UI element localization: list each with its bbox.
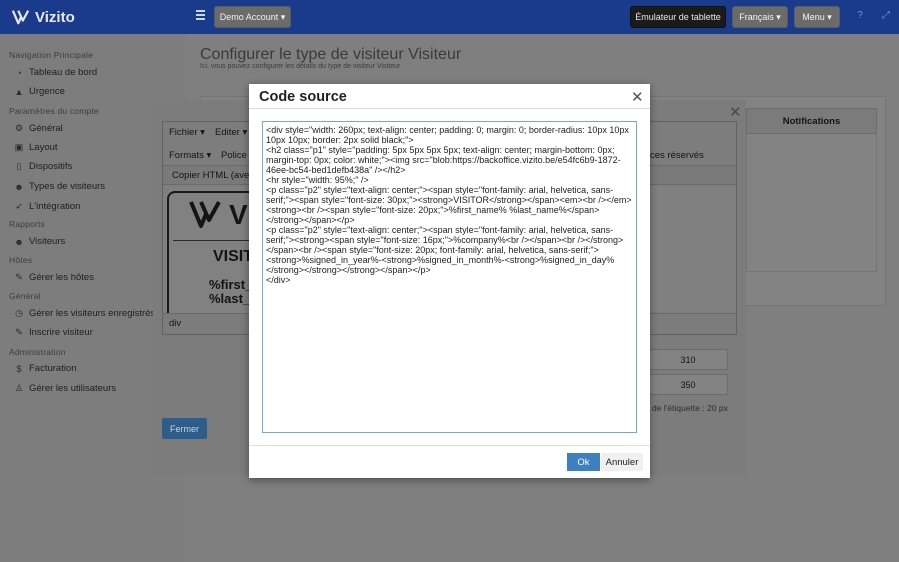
dialog-footer-divider — [249, 445, 650, 446]
menu-file[interactable]: Fichier ▾ — [169, 127, 205, 138]
sidebar-item-dashboard[interactable]: ◔ Tableau de bord — [14, 67, 97, 78]
label-width-input[interactable]: 310 — [648, 349, 728, 370]
sidebar-item-integration[interactable]: ➶ L'intégration — [14, 201, 80, 212]
ok-button[interactable]: Ok — [567, 453, 600, 471]
label-font-note: de l'étiquette : 20 px — [652, 403, 728, 413]
cancel-button[interactable]: Annuler — [601, 453, 643, 471]
menu-formats[interactable]: Formats ▾ — [169, 150, 211, 161]
source-code-textarea[interactable]: <div style="width: 260px; text-align: ce… — [262, 121, 637, 433]
sidebar-item-manage-hosts[interactable]: ✎ Gérer les hôtes — [14, 272, 94, 283]
sidebar-heading-hosts: Hôtes — [9, 255, 33, 265]
fullscreen-icon[interactable]: ⤢ — [880, 10, 892, 22]
editor-right-text: ces réservés — [650, 150, 704, 161]
sidebar-item-general[interactable]: ⚙ Général — [14, 123, 63, 134]
notifications-header: Notifications — [746, 108, 877, 134]
pen-icon: ✎ — [15, 272, 23, 282]
sidebar-item-devices[interactable]: ▯ Dispositifs — [14, 161, 73, 172]
user-plus-icon: ♙ — [14, 383, 24, 393]
sidebar-heading-reports: Rapports — [9, 219, 46, 229]
preview-first-name: %first_ — [209, 277, 253, 292]
account-dropdown[interactable]: Demo Account ▾ — [214, 6, 291, 28]
gear-icon: ⚙ — [14, 123, 24, 133]
sidebar-item-label: Types de visiteurs — [29, 181, 106, 192]
sidebar-item-emergency[interactable]: ▲ Urgence — [14, 86, 65, 97]
language-dropdown[interactable]: Français ▾ — [732, 6, 788, 28]
sidebar-item-label: Urgence — [29, 86, 65, 97]
close-button[interactable]: Fermer — [162, 418, 207, 439]
close-icon[interactable]: ✕ — [631, 88, 644, 106]
clock-icon: ◷ — [15, 308, 23, 318]
sidebar-item-label: L'intégration — [29, 201, 81, 212]
app-name: Vizito — [35, 8, 75, 26]
warning-icon: ▲ — [14, 86, 24, 97]
sidebar-item-label: Visiteurs — [29, 236, 66, 247]
preview-logo-text: V — [229, 199, 248, 230]
sidebar-heading-administration: Administration — [9, 347, 66, 357]
pen-icon: ✎ — [15, 327, 23, 337]
tablet-emulator-button[interactable]: Émulateur de tablette — [630, 6, 726, 28]
dashboard-icon: ◔ — [16, 67, 22, 78]
sidebar-item-registered-visitors[interactable]: ◷ Gérer les visiteurs enregistrés — [14, 308, 155, 319]
users-icon: ☻ — [14, 236, 24, 247]
sidebar-item-manage-users[interactable]: ♙ Gérer les utilisateurs — [14, 383, 116, 394]
help-icon[interactable]: ? — [854, 10, 866, 22]
sidebar-item-label: Facturation — [29, 363, 77, 374]
element-path: div — [169, 318, 182, 329]
sidebar-item-label: Layout — [29, 142, 58, 153]
source-code-dialog: Code source ✕ <div style="width: 260px; … — [249, 84, 650, 478]
rocket-icon: ➶ — [15, 201, 23, 211]
sidebar-item-billing[interactable]: $ Facturation — [14, 363, 77, 374]
vizito-logo-icon — [189, 201, 221, 228]
menu-dropdown[interactable]: Menu ▾ — [794, 6, 840, 28]
users-icon: ☻ — [14, 181, 24, 192]
sidebar-item-layout[interactable]: ▣ Layout — [14, 142, 58, 153]
sidebar-item-register-visitor[interactable]: ✎ Inscrire visiteur — [14, 327, 93, 338]
sidebar-heading-general: Général — [9, 291, 41, 301]
dialog-divider — [249, 108, 650, 109]
sidebar-item-label: Tableau de bord — [29, 67, 98, 78]
page-subtitle: Ici, vous pouvez configurer les détails … — [200, 63, 401, 70]
menu-edit[interactable]: Editer ▾ — [215, 127, 247, 138]
sidebar-item-label: Gérer les visiteurs enregistrés — [29, 308, 156, 319]
preview-visitor: VISIT — [213, 248, 254, 265]
notifications-panel — [746, 134, 877, 272]
sidebar-item-label: Gérer les utilisateurs — [29, 383, 117, 394]
sidebar-item-visitors[interactable]: ☻ Visiteurs — [14, 236, 65, 247]
sidebar-heading-account-settings: Paramètres du compte — [9, 106, 99, 116]
sidebar-item-label: Général — [29, 123, 63, 134]
sidebar-heading-navigation: Navigation Principale — [9, 50, 94, 60]
dialog-title: Code source — [259, 89, 347, 105]
layout-icon: ▣ — [14, 142, 24, 152]
sidebar-item-visitor-types[interactable]: ☻ Types de visiteurs — [14, 181, 105, 192]
copy-html-tab[interactable]: Copier HTML (avec — [172, 170, 254, 181]
sidebar-item-label: Inscrire visiteur — [29, 327, 93, 338]
close-icon[interactable]: ✕ — [729, 103, 742, 121]
preview-logo: V — [189, 199, 248, 236]
dollar-icon: $ — [16, 363, 22, 374]
page-title: Configurer le type de visiteur Visiteur — [200, 46, 462, 63]
top-navbar: Vizito Demo Account ▾ Émulateur de table… — [0, 0, 899, 34]
sidebar-item-label: Gérer les hôtes — [29, 272, 94, 283]
app-logo[interactable]: Vizito — [12, 8, 75, 26]
preview-last-name: %last_ — [209, 291, 251, 306]
vizito-logo-icon — [12, 10, 30, 25]
menu-font[interactable]: Police — [221, 150, 247, 161]
sidebar-item-label: Dispositifs — [29, 161, 73, 172]
label-height-input[interactable]: 350 — [648, 374, 728, 395]
tablet-icon: ▯ — [16, 161, 22, 171]
menu-toggle-icon[interactable] — [196, 10, 205, 21]
